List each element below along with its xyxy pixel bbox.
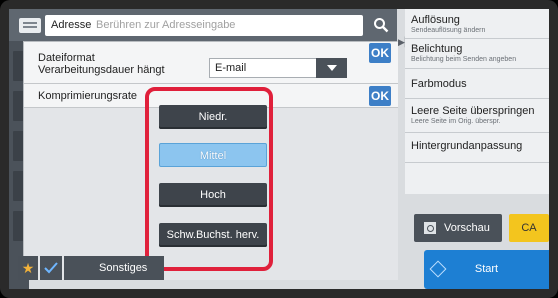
highlight-frame: Niedr. Mittel Hoch Schw.Buchst. herv. bbox=[145, 87, 273, 271]
preview-label: Vorschau bbox=[444, 222, 490, 234]
panel-item-background[interactable]: Hintergrundanpassung bbox=[405, 133, 549, 163]
bottom-toolbar: ★ Sonstiges bbox=[18, 256, 164, 280]
compression-label: Komprimierungsrate bbox=[38, 90, 138, 102]
preview-button[interactable]: Vorschau bbox=[414, 214, 502, 242]
panel-item-subtitle: Leere Seite im Orig. überspr. bbox=[411, 118, 501, 125]
address-input[interactable]: Adresse Berühren zur Adresseingabe bbox=[45, 15, 363, 36]
settings-side-panel: Auflösung Sendeauflösung ändern Belichtu… bbox=[405, 9, 549, 194]
address-book-icon[interactable] bbox=[19, 18, 41, 33]
check-button[interactable] bbox=[40, 256, 62, 280]
option-hoch-button[interactable]: Hoch bbox=[159, 183, 267, 207]
panel-item-subtitle: Sendeauflösung ändern bbox=[411, 27, 486, 34]
device-screen: Adresse Berühren zur Adresseingabe Datei… bbox=[0, 0, 558, 298]
panel-item-title: Belichtung bbox=[411, 43, 463, 55]
panel-empty-slot bbox=[405, 163, 549, 194]
panel-item-title: Leere Seite überspringen bbox=[411, 105, 535, 117]
start-label: Start bbox=[474, 263, 499, 275]
main-panel: Adresse Berühren zur Adresseingabe Datei… bbox=[9, 9, 549, 289]
chevron-down-icon[interactable] bbox=[316, 58, 347, 78]
panel-item-skip-blank[interactable]: Leere Seite überspringen Leere Seite im … bbox=[405, 99, 549, 133]
file-format-ok-button[interactable]: OK bbox=[369, 43, 391, 63]
option-niedr-button[interactable]: Niedr. bbox=[159, 105, 267, 129]
file-format-label: Dateiformat bbox=[38, 52, 95, 64]
panel-item-title: Hintergrundanpassung bbox=[411, 140, 523, 152]
panel-item-exposure[interactable]: Belichtung Belichtung beim Senden angebe… bbox=[405, 39, 549, 69]
other-settings-button[interactable]: Sonstiges bbox=[64, 256, 164, 280]
search-icon bbox=[374, 18, 389, 33]
checkmark-icon bbox=[44, 262, 58, 274]
address-bar: Adresse Berühren zur Adresseingabe bbox=[9, 9, 397, 41]
file-format-value: E-mail bbox=[215, 62, 247, 74]
preview-icon bbox=[424, 222, 436, 234]
address-label: Adresse bbox=[51, 19, 92, 31]
panel-item-subtitle: Belichtung beim Senden angeben bbox=[411, 56, 517, 63]
option-mittel-button[interactable]: Mittel bbox=[159, 143, 267, 167]
panel-item-resolution[interactable]: Auflösung Sendeauflösung ändern bbox=[405, 9, 549, 39]
compression-ok-button[interactable]: OK bbox=[369, 86, 391, 106]
start-button[interactable]: Start bbox=[424, 250, 549, 289]
search-button[interactable] bbox=[365, 9, 397, 41]
panel-item-title: Farbmodus bbox=[411, 78, 467, 90]
star-icon[interactable]: ★ bbox=[18, 256, 38, 280]
file-format-row: Dateiformat Verarbeitungsdauer hängt E-m… bbox=[24, 42, 398, 84]
start-icon bbox=[429, 260, 447, 278]
panel-item-title: Auflösung bbox=[411, 14, 460, 26]
address-placeholder: Berühren zur Adresseingabe bbox=[96, 19, 236, 31]
option-text-emphasis-button[interactable]: Schw.Buchst. herv. bbox=[159, 223, 267, 247]
processing-time-label: Verarbeitungsdauer hängt bbox=[38, 65, 165, 76]
file-format-select[interactable]: E-mail bbox=[209, 58, 347, 78]
panel-item-color-mode[interactable]: Farbmodus bbox=[405, 69, 549, 99]
ca-button[interactable]: CA bbox=[509, 214, 549, 242]
